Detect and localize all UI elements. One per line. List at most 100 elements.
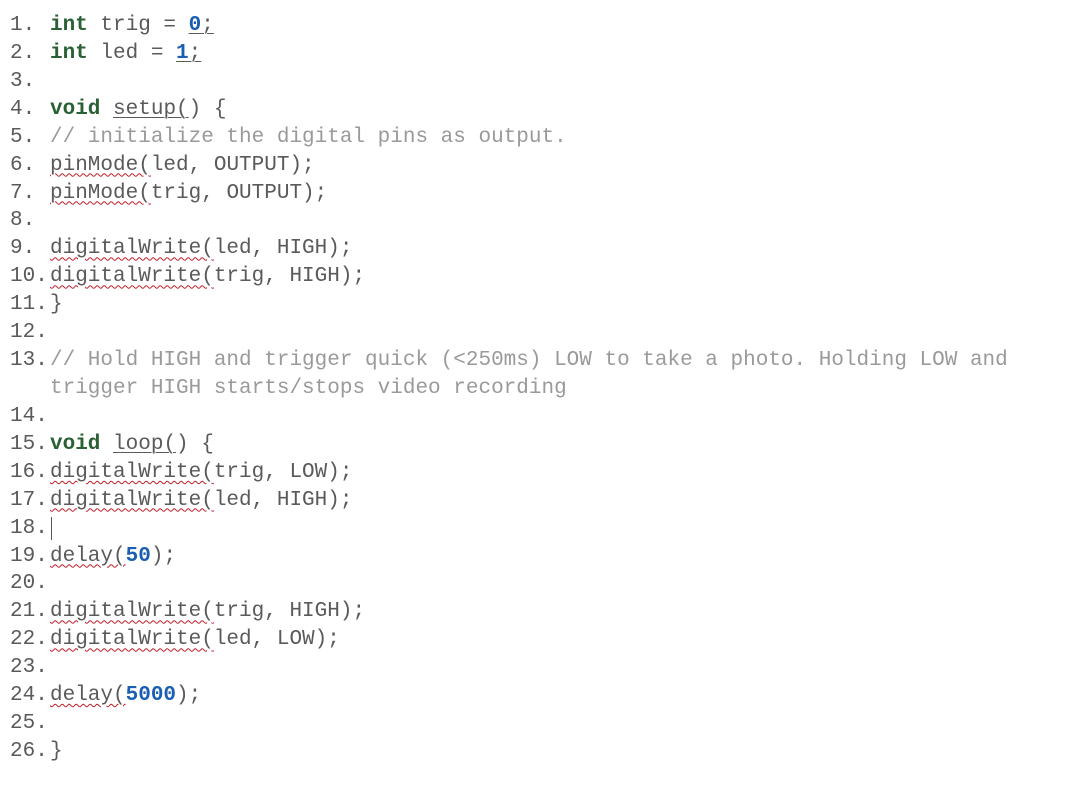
line-number: 8. <box>10 207 50 235</box>
line-number: 17. <box>10 487 50 515</box>
code-token: delay( <box>50 545 126 568</box>
line-number: 18. <box>10 515 50 543</box>
code-token: ; <box>201 14 214 37</box>
line-number: 15. <box>10 431 50 459</box>
code-token: ) { <box>189 98 227 121</box>
code-content <box>50 515 1058 543</box>
code-content: // initialize the digital pins as output… <box>50 124 1058 152</box>
code-token: 0 <box>189 14 202 37</box>
code-token: trig, LOW); <box>214 461 353 484</box>
code-line: 15.void loop() { <box>10 431 1058 459</box>
code-line: 25. <box>10 710 1058 738</box>
code-line: 6.pinMode(led, OUTPUT); <box>10 152 1058 180</box>
line-number: 12. <box>10 319 50 347</box>
code-token: 1 <box>176 42 189 65</box>
code-content: digitalWrite(led, LOW); <box>50 626 1058 654</box>
code-token: led, OUTPUT); <box>151 154 315 177</box>
line-number: 3. <box>10 68 50 96</box>
code-content: int led = 1; <box>50 40 1058 68</box>
line-number: 16. <box>10 459 50 487</box>
code-content: delay(5000); <box>50 682 1058 710</box>
line-number: 5. <box>10 124 50 152</box>
code-line: 14. <box>10 403 1058 431</box>
code-line: 21.digitalWrite(trig, HIGH); <box>10 598 1058 626</box>
code-token: void <box>50 433 100 456</box>
line-number: 22. <box>10 626 50 654</box>
code-line: 24.delay(5000); <box>10 682 1058 710</box>
code-content: digitalWrite(led, HIGH); <box>50 487 1058 515</box>
code-line: 11.} <box>10 291 1058 319</box>
code-token: int <box>50 14 88 37</box>
code-token: led = <box>88 42 176 65</box>
code-content: // Hold HIGH and trigger quick (<250ms) … <box>50 347 1058 403</box>
code-token: led, HIGH); <box>214 237 353 260</box>
code-token: ) { <box>176 433 214 456</box>
line-number: 1. <box>10 12 50 40</box>
code-line: 16.digitalWrite(trig, LOW); <box>10 459 1058 487</box>
line-number: 26. <box>10 738 50 766</box>
code-line: 7.pinMode(trig, OUTPUT); <box>10 180 1058 208</box>
code-line: 12. <box>10 319 1058 347</box>
code-line: 5.// initialize the digital pins as outp… <box>10 124 1058 152</box>
code-token: digitalWrite( <box>50 237 214 260</box>
code-line: 8. <box>10 207 1058 235</box>
code-token: trig, HIGH); <box>214 600 365 623</box>
code-content: delay(50); <box>50 543 1058 571</box>
code-line: 13.// Hold HIGH and trigger quick (<250m… <box>10 347 1058 403</box>
code-content: pinMode(trig, OUTPUT); <box>50 180 1058 208</box>
code-content: void setup() { <box>50 96 1058 124</box>
code-token: trig, HIGH); <box>214 265 365 288</box>
code-token: } <box>50 293 63 316</box>
line-number: 24. <box>10 682 50 710</box>
code-content: digitalWrite(trig, LOW); <box>50 459 1058 487</box>
code-token: digitalWrite( <box>50 461 214 484</box>
line-number: 13. <box>10 347 50 375</box>
line-number: 10. <box>10 263 50 291</box>
code-content: int trig = 0; <box>50 12 1058 40</box>
code-line: 10.digitalWrite(trig, HIGH); <box>10 263 1058 291</box>
code-line: 20. <box>10 570 1058 598</box>
code-token: // Hold HIGH and trigger quick (<250ms) … <box>50 349 1020 400</box>
code-token: pinMode( <box>50 182 151 205</box>
code-token: digitalWrite( <box>50 628 214 651</box>
code-line: 1.int trig = 0; <box>10 12 1058 40</box>
code-line: 2.int led = 1; <box>10 40 1058 68</box>
code-line: 4.void setup() { <box>10 96 1058 124</box>
code-line: 18. <box>10 515 1058 543</box>
code-token: delay( <box>50 684 126 707</box>
code-token: 5000 <box>126 684 176 707</box>
code-token <box>100 433 113 456</box>
code-line: 17.digitalWrite(led, HIGH); <box>10 487 1058 515</box>
code-token: digitalWrite( <box>50 265 214 288</box>
code-token: setup( <box>113 98 189 121</box>
code-token: led, LOW); <box>214 628 340 651</box>
text-cursor <box>51 517 52 540</box>
code-line: 19.delay(50); <box>10 543 1058 571</box>
line-number: 19. <box>10 543 50 571</box>
code-token: ; <box>189 42 202 65</box>
code-line: 9.digitalWrite(led, HIGH); <box>10 235 1058 263</box>
code-line: 3. <box>10 68 1058 96</box>
code-content: } <box>50 738 1058 766</box>
code-content: } <box>50 291 1058 319</box>
code-token: int <box>50 42 88 65</box>
code-token: trig, OUTPUT); <box>151 182 327 205</box>
code-content: digitalWrite(trig, HIGH); <box>50 598 1058 626</box>
line-number: 20. <box>10 570 50 598</box>
code-token: // initialize the digital pins as output… <box>50 126 567 149</box>
code-token: void <box>50 98 100 121</box>
line-number: 11. <box>10 291 50 319</box>
code-token: digitalWrite( <box>50 600 214 623</box>
line-number: 6. <box>10 152 50 180</box>
code-content: digitalWrite(trig, HIGH); <box>50 263 1058 291</box>
code-token <box>100 98 113 121</box>
code-token: pinMode( <box>50 154 151 177</box>
code-token: ); <box>151 545 176 568</box>
code-token: loop( <box>113 433 176 456</box>
code-token: ); <box>176 684 201 707</box>
line-number: 14. <box>10 403 50 431</box>
code-content: void loop() { <box>50 431 1058 459</box>
line-number: 9. <box>10 235 50 263</box>
code-line: 22.digitalWrite(led, LOW); <box>10 626 1058 654</box>
code-token: 50 <box>126 545 151 568</box>
